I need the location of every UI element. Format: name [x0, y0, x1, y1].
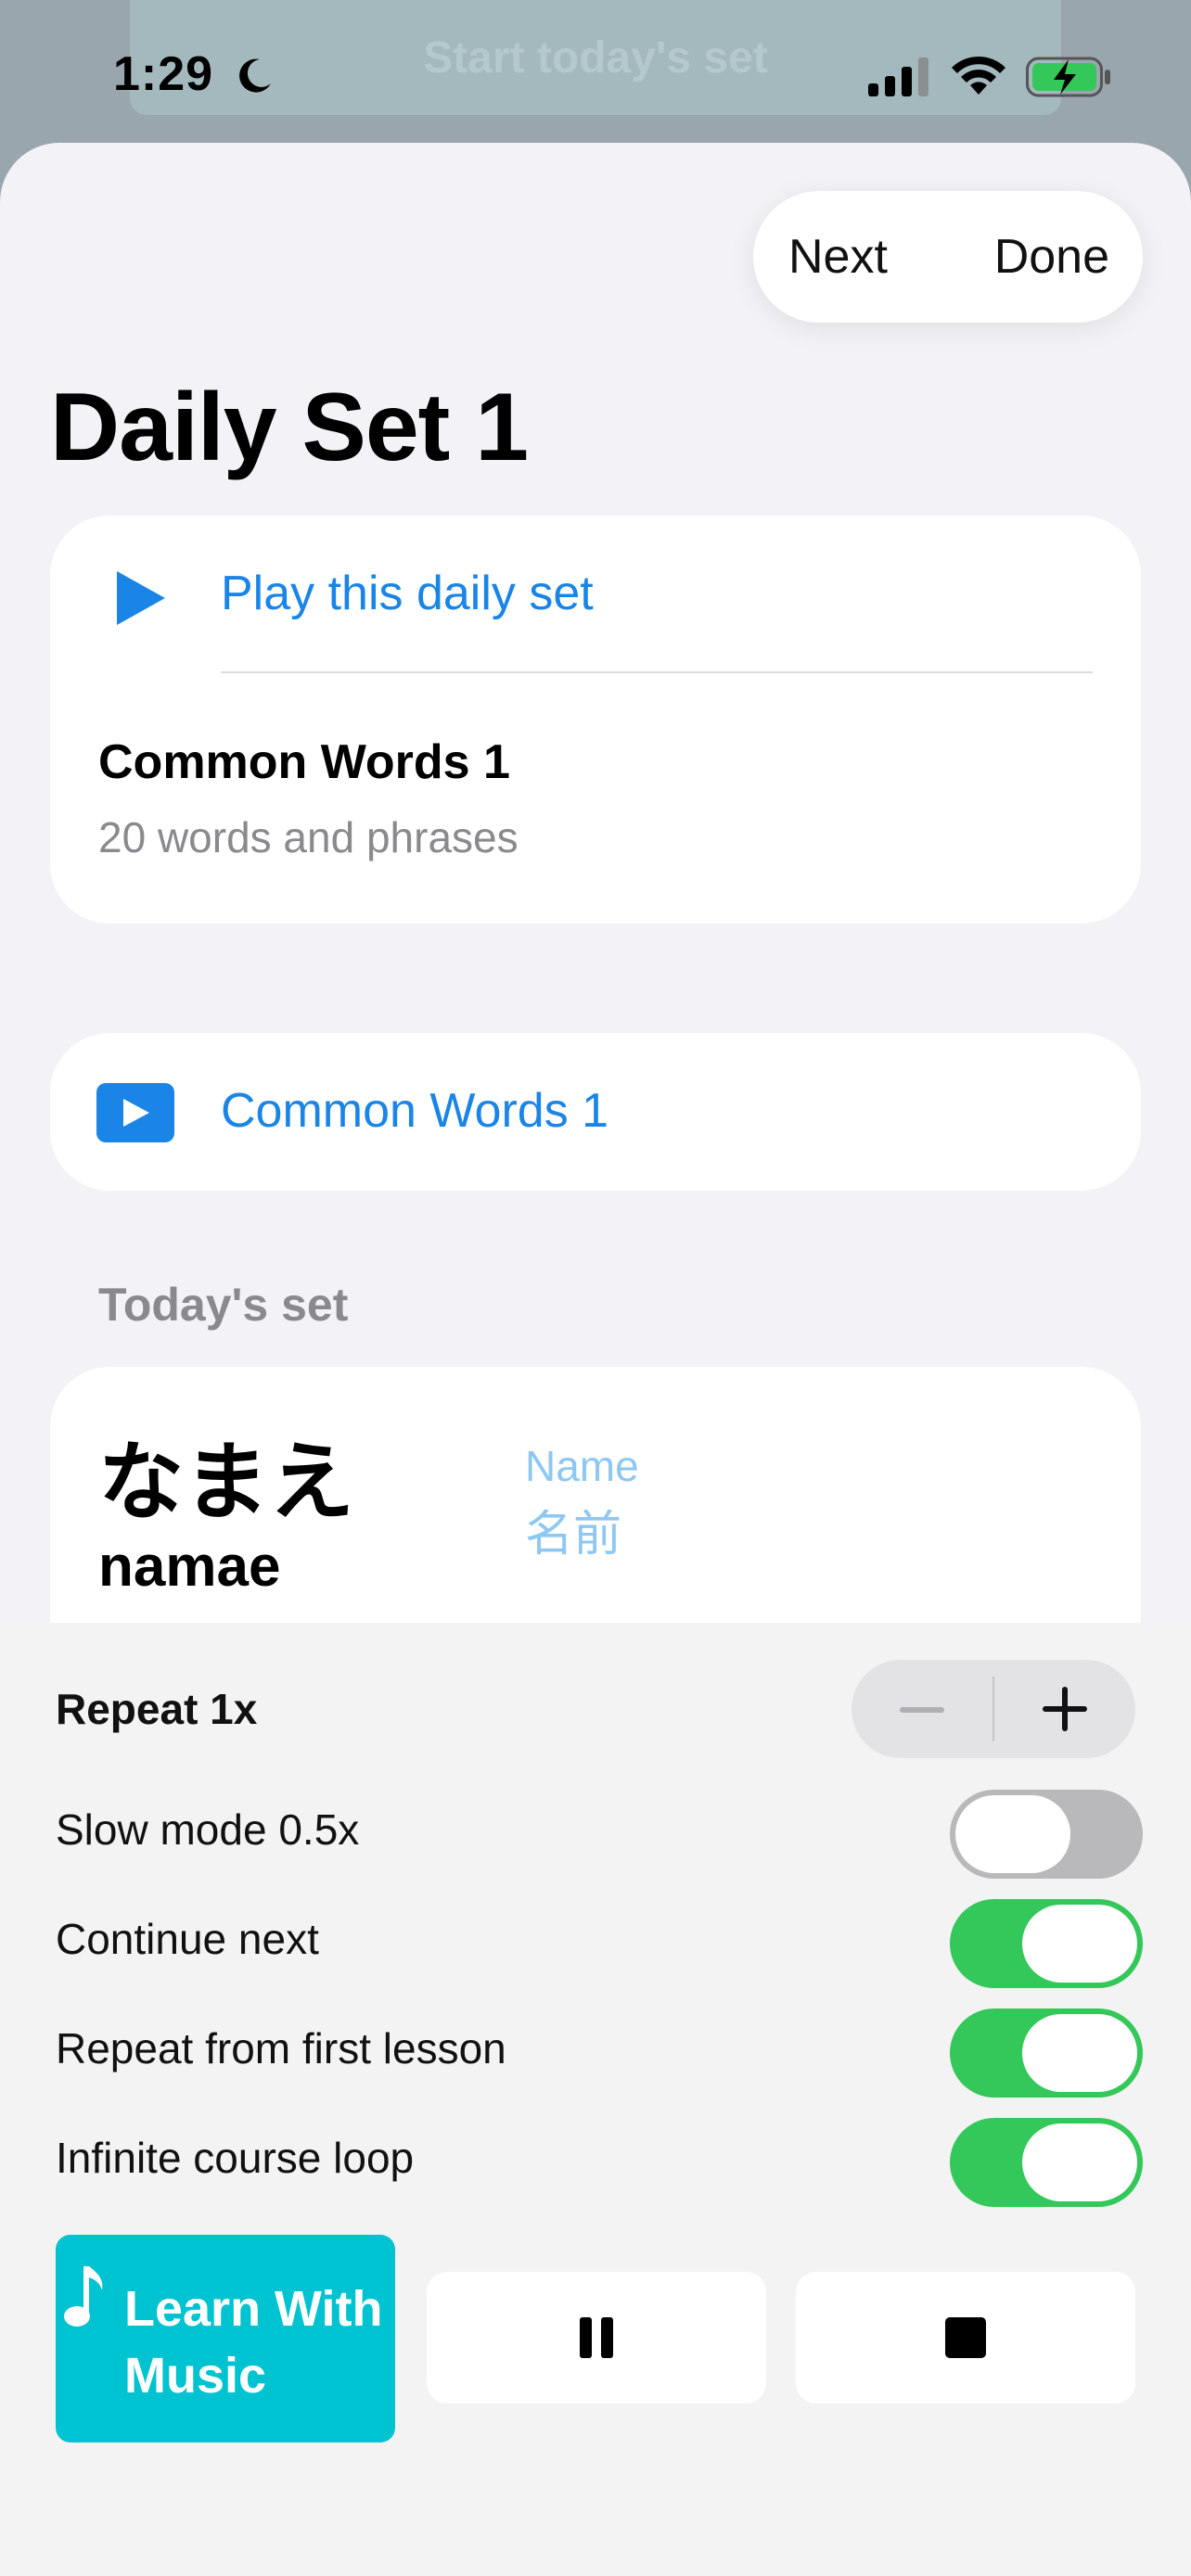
pause-icon	[580, 2317, 613, 2358]
pause-button[interactable]	[427, 2272, 766, 2404]
toggle-knob	[1022, 1905, 1137, 1983]
vocab-meaning: Name	[525, 1442, 639, 1490]
status-time: 1:29	[113, 47, 214, 101]
moon-icon	[239, 58, 271, 93]
continue-next-label: Continue next	[56, 1915, 319, 1963]
infinite-loop-label: Infinite course loop	[56, 2134, 415, 2182]
play-daily-set-button[interactable]: Play this daily set	[221, 566, 594, 621]
set-name: Common Words 1	[98, 735, 510, 789]
done-button[interactable]: Done	[994, 191, 1109, 323]
repeat-label: Repeat 1x	[56, 1685, 258, 1733]
repeat-first-lesson-label: Repeat from first lesson	[56, 2024, 506, 2072]
plus-icon	[1043, 1687, 1087, 1731]
lesson-link[interactable]: Common Words 1	[221, 1083, 608, 1139]
slow-mode-toggle[interactable]	[950, 1790, 1143, 1879]
toggle-knob	[1022, 2014, 1137, 2092]
toggle-knob	[955, 1795, 1070, 1873]
learn-with-music-button[interactable]: Learn With Music	[56, 2235, 395, 2442]
toggle-knob	[1022, 2123, 1137, 2201]
playback-controls-panel: Repeat 1x Slow mode 0.5x Continue next R…	[0, 1623, 1191, 2576]
section-heading-todays-set: Today's set	[98, 1279, 349, 1331]
repeat-first-lesson-toggle[interactable]	[950, 2009, 1143, 2098]
cellular-signal-icon	[868, 57, 928, 96]
page-title: Daily Set 1	[50, 374, 529, 481]
lesson-card[interactable]: Common Words 1	[50, 1033, 1141, 1191]
status-bar: 1:29	[0, 0, 1191, 139]
slow-mode-label: Slow mode 0.5x	[56, 1805, 360, 1854]
repeat-stepper	[852, 1660, 1135, 1758]
decrement-button[interactable]	[852, 1660, 992, 1758]
vocab-romaji: namae	[98, 1535, 281, 1599]
daily-set-card: Play this daily set Common Words 1 20 wo…	[50, 516, 1141, 924]
set-subtitle: 20 words and phrases	[98, 813, 519, 861]
next-button[interactable]: Next	[788, 191, 888, 323]
stop-icon	[945, 2317, 986, 2358]
infinite-loop-toggle[interactable]	[950, 2118, 1143, 2207]
continue-next-toggle[interactable]	[950, 1899, 1143, 1988]
play-icon[interactable]	[109, 567, 169, 629]
divider	[221, 671, 1093, 673]
increment-button[interactable]	[994, 1660, 1135, 1758]
vocab-kana: なまえ	[98, 1433, 355, 1532]
minus-icon	[900, 1707, 944, 1713]
battery-charging-icon	[1026, 57, 1110, 97]
music-note-icon	[64, 2266, 103, 2327]
video-play-icon	[96, 1083, 174, 1142]
wifi-icon	[952, 56, 1005, 95]
vocab-kanji: 名前	[525, 1507, 622, 1562]
learn-with-music-label: Learn With Music	[124, 2281, 383, 2404]
nav-button-group: Next Done	[753, 191, 1143, 323]
stop-button[interactable]	[796, 2272, 1135, 2404]
